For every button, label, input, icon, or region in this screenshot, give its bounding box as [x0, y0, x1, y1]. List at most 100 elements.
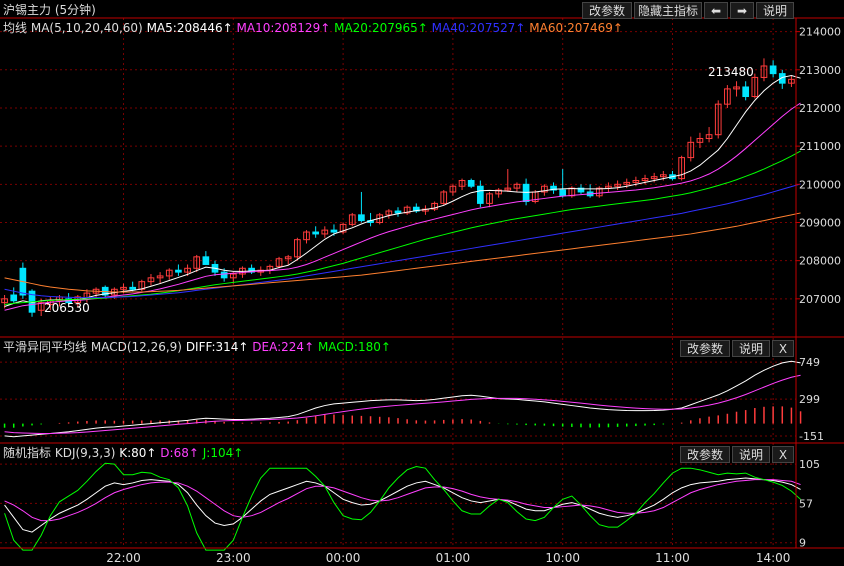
candle-body — [10, 294, 18, 302]
price-tick-label: 209000 — [799, 216, 841, 229]
candle-body — [129, 286, 137, 290]
time-axis-label: 11:00 — [655, 551, 690, 565]
candle — [156, 272, 164, 284]
macd-close-button[interactable]: X — [772, 340, 794, 357]
ma10-value: MA10:208129↑ — [236, 21, 331, 35]
candle — [559, 169, 567, 198]
k-value: K:80↑ — [119, 446, 157, 460]
time-axis-label: 00:00 — [326, 551, 361, 565]
next-arrow-icon[interactable]: ➡ — [730, 2, 754, 19]
ma20-value: MA20:207965↑ — [334, 21, 428, 35]
candle — [394, 207, 402, 217]
candle — [303, 230, 310, 244]
main-price-panel — [1, 58, 801, 317]
candle — [449, 184, 457, 196]
help-button[interactable]: 说明 — [756, 2, 794, 19]
macd-tick-label: 299 — [799, 393, 820, 406]
ma-label: 均线 — [3, 21, 28, 35]
candle-body — [522, 183, 530, 202]
grid-layer — [0, 18, 796, 548]
candle — [788, 75, 795, 87]
time-axis-label: 14:00 — [756, 551, 791, 565]
candle — [733, 81, 740, 97]
candle — [248, 264, 255, 275]
time-axis-label: 22:00 — [106, 551, 141, 565]
candle — [586, 184, 594, 198]
candle-body — [358, 214, 365, 222]
macd-tick-label: 749 — [799, 356, 820, 369]
candle — [742, 81, 750, 101]
macd-value: MACD:180↑ — [317, 340, 391, 354]
candle — [312, 226, 319, 238]
kdj-header: 随机指标 KDJ(9,3,3) K:80↑ D:68↑ J:104↑ — [3, 446, 243, 460]
price-tick-label: 210000 — [799, 178, 841, 191]
window-title: 沪锡主力 (5分钟) — [3, 3, 96, 17]
candle-body — [769, 65, 777, 75]
ma5-value: MA5:208446↑ — [146, 21, 233, 35]
low-price-marker: 206530 — [44, 301, 90, 315]
candle — [440, 190, 448, 206]
d-value: D:68↑ — [160, 446, 199, 460]
kdj-change-params-button[interactable]: 改参数 — [680, 446, 730, 463]
candle — [339, 222, 347, 234]
macd-help-button[interactable]: 说明 — [732, 340, 770, 357]
kdj-tick-label: 9 — [799, 537, 806, 550]
candle — [92, 287, 100, 299]
ma5-line — [4, 75, 801, 307]
candle — [348, 212, 356, 227]
diff-value: DIFF:314↑ — [185, 340, 249, 354]
change-params-button[interactable]: 改参数 — [582, 2, 632, 19]
candle — [504, 169, 512, 192]
candle-body — [202, 256, 210, 265]
j-value: J:104↑ — [202, 446, 244, 460]
ma-header: 均线 MA(5,10,20,40,60) MA5:208446↑ MA10:20… — [3, 21, 623, 35]
prev-arrow-icon[interactable]: ⬅ — [704, 2, 728, 19]
candle — [358, 191, 365, 223]
candle — [687, 136, 695, 162]
candle — [614, 180, 621, 191]
time-axis-label: 10:00 — [545, 551, 580, 565]
candle — [778, 69, 786, 89]
time-axis-label: 23:00 — [216, 551, 251, 565]
candle — [467, 178, 475, 189]
candle — [431, 201, 438, 212]
candle — [595, 186, 603, 198]
kdj-label: 随机指标 — [3, 446, 52, 460]
macd-change-params-button[interactable]: 改参数 — [680, 340, 730, 357]
price-tick-label: 207000 — [799, 293, 841, 306]
kdj-close-button[interactable]: X — [772, 446, 794, 463]
price-tick-label: 208000 — [799, 255, 841, 268]
ma60-value: MA60:207469↑ — [529, 21, 623, 35]
hide-indicator-button[interactable]: 隐藏主指标 — [634, 2, 702, 19]
price-tick-label: 211000 — [799, 140, 841, 153]
candle-body — [220, 271, 228, 279]
candle-body — [467, 180, 475, 187]
j-line — [4, 462, 801, 551]
candle — [385, 209, 393, 219]
candle — [486, 191, 493, 208]
candle — [513, 182, 521, 192]
price-tick-label: 214000 — [799, 26, 841, 39]
candle — [321, 226, 329, 238]
candle — [412, 203, 420, 213]
chart-canvas: 22:00 23:00 00:00 01:00 10:00 11:00 14:00 21400… — [0, 17, 844, 565]
candle — [175, 264, 182, 276]
price-tick-label: 212000 — [799, 102, 841, 115]
candle — [495, 188, 502, 198]
kdj-tick-label: 105 — [799, 458, 820, 471]
candle — [284, 254, 292, 265]
candle — [147, 274, 155, 286]
candle-body — [742, 86, 750, 98]
macd-params: MACD(12,26,9) — [90, 340, 182, 354]
kdj-tick-label: 57 — [799, 497, 813, 510]
kdj-panel — [4, 462, 801, 551]
candle — [705, 127, 713, 143]
high-price-marker: 213480 — [708, 65, 754, 79]
kdj-help-button[interactable]: 说明 — [732, 446, 770, 463]
candle — [403, 205, 411, 215]
candle — [294, 237, 301, 261]
macd-tick-label: -151 — [799, 430, 824, 443]
candle — [165, 268, 173, 280]
candle-body — [477, 185, 484, 204]
candle-body — [559, 189, 567, 197]
